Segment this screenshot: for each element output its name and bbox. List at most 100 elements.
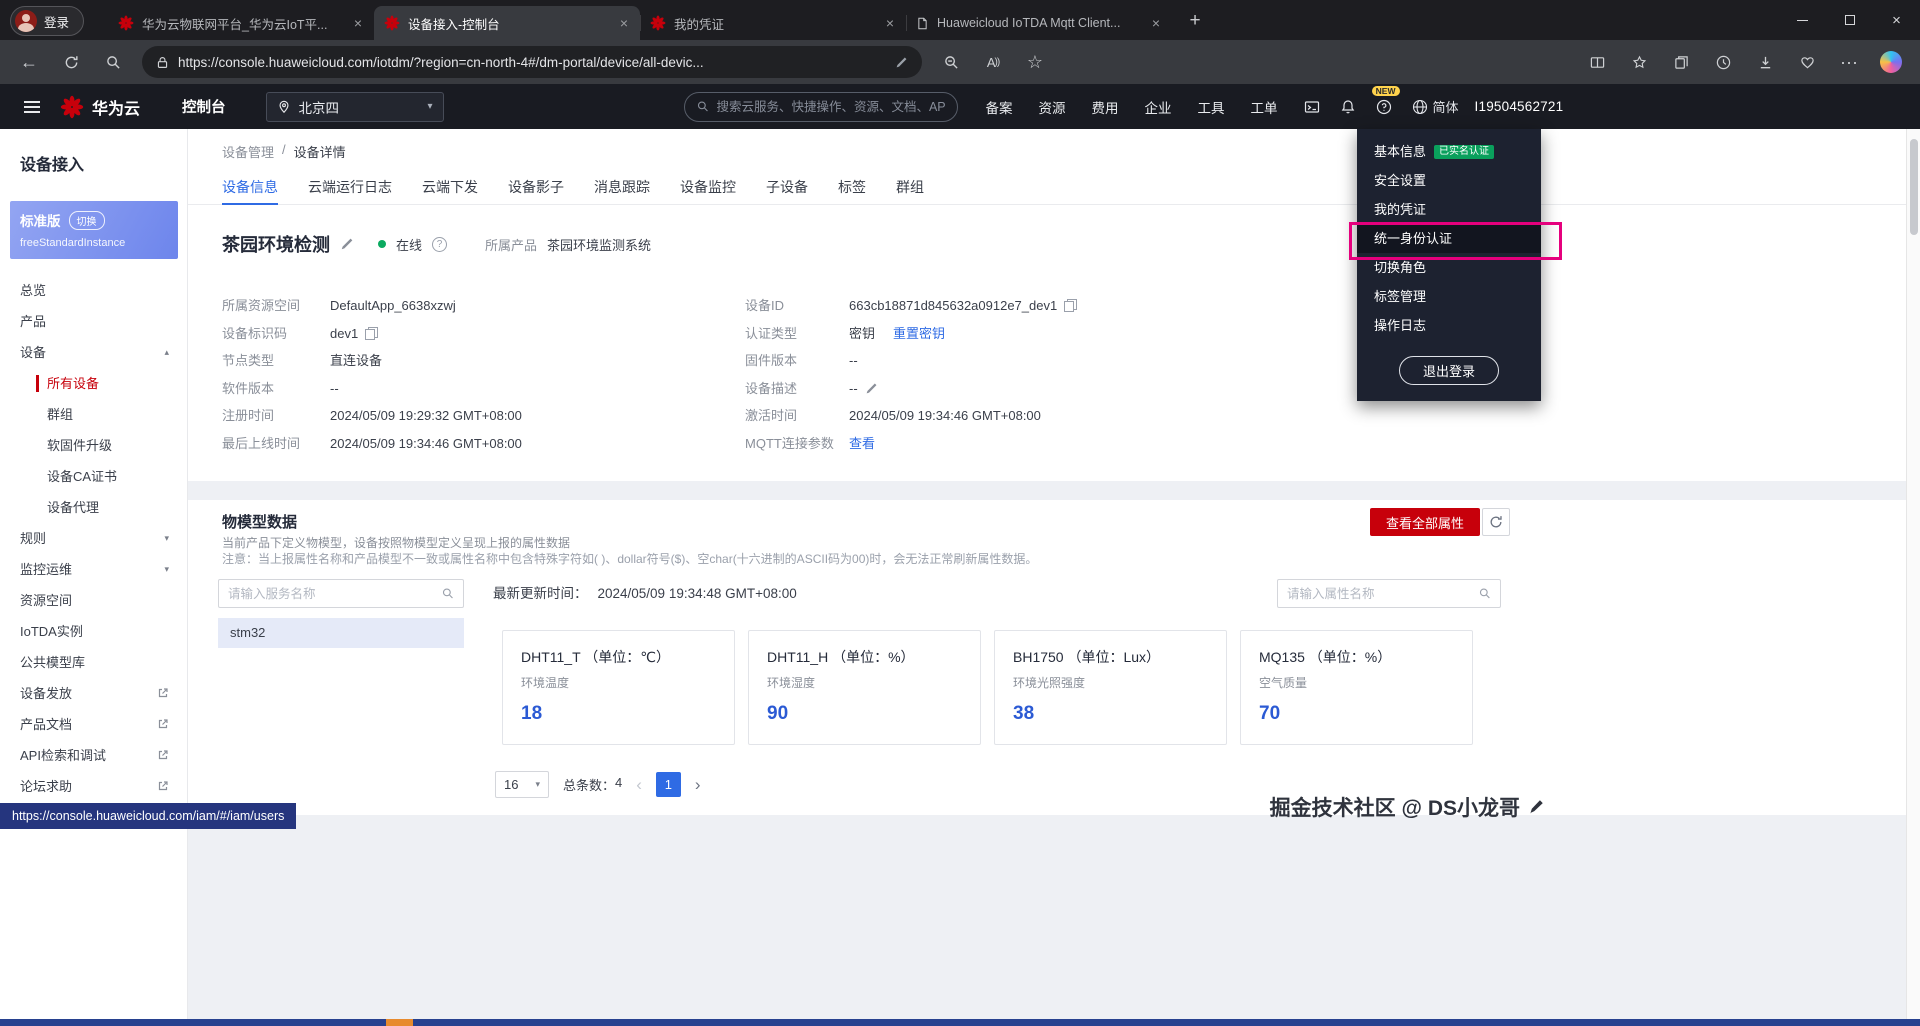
- nav-enterprise[interactable]: 企业: [1145, 97, 1172, 117]
- edit-pencil-icon[interactable]: [340, 237, 354, 251]
- brand[interactable]: 华为云: [60, 95, 140, 119]
- account-id[interactable]: I19504562721: [1475, 99, 1564, 114]
- favorites-bar-icon[interactable]: [1620, 45, 1658, 79]
- reset-secret-link[interactable]: 重置密钥: [893, 320, 945, 348]
- help-icon[interactable]: [1376, 99, 1392, 115]
- tab-device-monitor[interactable]: 设备监控: [680, 173, 736, 205]
- nav-billing[interactable]: 费用: [1092, 97, 1119, 117]
- tab-sub-devices[interactable]: 子设备: [766, 173, 808, 205]
- logout-button[interactable]: 退出登录: [1399, 356, 1499, 385]
- service-search-input[interactable]: [228, 587, 436, 601]
- nav-tickets[interactable]: 工单: [1251, 97, 1278, 117]
- new-tab-button[interactable]: +: [1180, 6, 1210, 36]
- property-card-dht11-t[interactable]: DHT11_T （单位：℃） 环境温度 18: [502, 630, 735, 745]
- menu-item-my-credentials[interactable]: 我的凭证: [1357, 195, 1541, 224]
- menu-item-operation-log[interactable]: 操作日志: [1357, 311, 1541, 340]
- tab-close-icon[interactable]: ×: [884, 15, 896, 31]
- menu-item-basic-info[interactable]: 基本信息 已实名认证: [1357, 137, 1541, 166]
- console-cli-icon[interactable]: [1304, 99, 1320, 115]
- history-icon[interactable]: [1704, 45, 1742, 79]
- edit-url-icon[interactable]: [895, 56, 908, 69]
- tab-device-info[interactable]: 设备信息: [222, 173, 278, 205]
- back-button[interactable]: ←: [10, 45, 48, 79]
- tab-message-trace[interactable]: 消息跟踪: [594, 173, 650, 205]
- instance-card[interactable]: 标准版 切换 freeStandardInstance: [10, 201, 178, 259]
- sidebar-item-groups[interactable]: 群组: [0, 399, 187, 430]
- tab-close-icon[interactable]: ×: [618, 15, 630, 31]
- tab-cloud-delivery[interactable]: 云端下发: [422, 173, 478, 205]
- services-menu-icon[interactable]: [24, 106, 40, 108]
- view-mqtt-params-link[interactable]: 查看: [849, 430, 875, 458]
- property-card-bh1750[interactable]: BH1750 （单位：Lux） 环境光照强度 38: [994, 630, 1227, 745]
- sidebar-item-rules[interactable]: 规则▾: [0, 523, 187, 554]
- product-name[interactable]: 茶园环境监测系统: [547, 235, 651, 254]
- console-search-input[interactable]: [716, 100, 944, 114]
- page-scrollbar[interactable]: [1906, 129, 1920, 1019]
- refresh-button[interactable]: [52, 45, 90, 79]
- browser-tab-credentials[interactable]: 我的凭证 ×: [640, 6, 906, 40]
- close-window-button[interactable]: ×: [1873, 0, 1920, 40]
- service-search[interactable]: [218, 579, 464, 608]
- sidebar-item-api-debug[interactable]: API检索和调试: [0, 740, 187, 771]
- sidebar-item-iotda-instance[interactable]: IoTDA实例: [0, 616, 187, 647]
- sidebar-item-device-ca-cert[interactable]: 设备CA证书: [0, 461, 187, 492]
- attribute-search-input[interactable]: [1287, 587, 1473, 601]
- next-page-icon[interactable]: ›: [695, 775, 701, 795]
- downloads-icon[interactable]: [1746, 45, 1784, 79]
- breadcrumb-parent[interactable]: 设备管理: [222, 142, 274, 161]
- tab-close-icon[interactable]: ×: [352, 15, 364, 31]
- scrollbar-thumb[interactable]: [1910, 139, 1918, 235]
- browser-tab-device-console[interactable]: 设备接入-控制台 ×: [374, 6, 640, 40]
- sidebar-item-forum[interactable]: 论坛求助: [0, 771, 187, 802]
- sidebar-item-resource-space[interactable]: 资源空间: [0, 585, 187, 616]
- console-link[interactable]: 控制台: [182, 96, 226, 117]
- edit-pencil-icon[interactable]: [865, 382, 878, 395]
- nav-tools[interactable]: 工具: [1198, 97, 1225, 117]
- console-search[interactable]: [684, 92, 958, 122]
- sidebar-item-firmware-upgrade[interactable]: 软固件升级: [0, 430, 187, 461]
- minimize-button[interactable]: [1779, 0, 1826, 40]
- address-bar[interactable]: https://console.huaweicloud.com/iotdm/?r…: [142, 46, 922, 78]
- property-card-dht11-h[interactable]: DHT11_H （单位：%） 环境湿度 90: [748, 630, 981, 745]
- language-switcher[interactable]: 简体: [1412, 97, 1459, 116]
- browser-tab-mqtt-client[interactable]: Huaweicloud IoTDA Mqtt Client... ×: [906, 6, 1172, 40]
- browser-tab-huawei-iot[interactable]: 华为云物联网平台_华为云IoT平... ×: [108, 6, 374, 40]
- tab-device-shadow[interactable]: 设备影子: [508, 173, 564, 205]
- region-selector[interactable]: 北京四 ▾: [266, 92, 444, 122]
- tab-groups[interactable]: 群组: [896, 173, 924, 205]
- menu-item-security-settings[interactable]: 安全设置: [1357, 166, 1541, 195]
- property-card-mq135[interactable]: MQ135 （单位：%） 空气质量 70: [1240, 630, 1473, 745]
- site-lock-icon[interactable]: [156, 56, 169, 69]
- copy-icon[interactable]: [365, 327, 378, 340]
- split-screen-icon[interactable]: [1578, 45, 1616, 79]
- sidebar-item-products[interactable]: 产品: [0, 306, 187, 337]
- read-aloud-icon[interactable]: A)): [974, 45, 1012, 79]
- view-all-properties-button[interactable]: 查看全部属性: [1370, 508, 1480, 536]
- notifications-bell-icon[interactable]: [1340, 99, 1356, 115]
- sidebar-item-product-doc[interactable]: 产品文档: [0, 709, 187, 740]
- favorite-star-icon[interactable]: ☆: [1016, 45, 1054, 79]
- collections-icon[interactable]: [1662, 45, 1700, 79]
- sidebar-item-overview[interactable]: 总览: [0, 275, 187, 306]
- copilot-icon[interactable]: [1872, 45, 1910, 79]
- sidebar-item-devices[interactable]: 设备▴: [0, 337, 187, 368]
- service-list-item-stm32[interactable]: stm32: [218, 618, 464, 648]
- settings-more-icon[interactable]: ···: [1830, 45, 1868, 79]
- page-size-select[interactable]: 16 ▾: [495, 771, 549, 798]
- tab-cloud-run-log[interactable]: 云端运行日志: [308, 173, 392, 205]
- menu-item-tag-management[interactable]: 标签管理: [1357, 282, 1541, 311]
- url-text[interactable]: https://console.huaweicloud.com/iotdm/?r…: [178, 55, 886, 70]
- copy-icon[interactable]: [1064, 299, 1077, 312]
- info-icon[interactable]: ?: [432, 237, 447, 252]
- nav-resources[interactable]: 资源: [1039, 97, 1066, 117]
- prev-page-icon[interactable]: ‹: [636, 775, 642, 795]
- tab-labels[interactable]: 标签: [838, 173, 866, 205]
- tab-close-icon[interactable]: ×: [1150, 15, 1162, 31]
- sidebar-item-all-devices[interactable]: 所有设备: [0, 368, 187, 399]
- sidebar-item-device-provision[interactable]: 设备发放: [0, 678, 187, 709]
- browser-essentials-icon[interactable]: [1788, 45, 1826, 79]
- attribute-search[interactable]: [1277, 579, 1501, 608]
- browser-profile-button[interactable]: 登录: [10, 6, 84, 36]
- current-page-button[interactable]: 1: [656, 772, 681, 797]
- refresh-properties-button[interactable]: [1482, 508, 1510, 536]
